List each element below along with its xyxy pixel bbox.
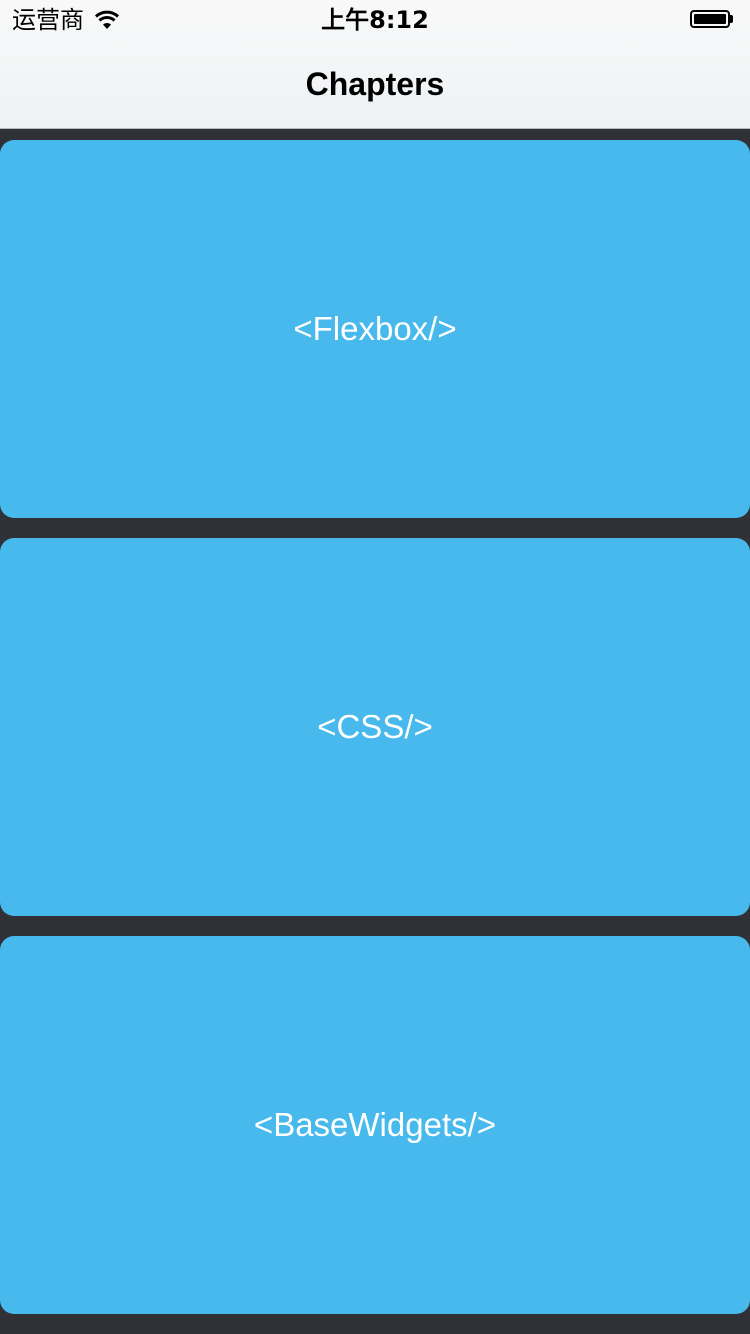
battery-icon [690,10,734,30]
status-time: 上午8:12 [321,6,429,34]
chapter-card-label: <Flexbox/> [293,310,457,347]
status-bar: 运营商 上午8:12 [0,0,750,40]
chapter-card-label: <CSS/> [317,708,433,745]
chapter-list: <Flexbox/> <CSS/> <BaseWidgets/> [0,140,750,1334]
page-title: Chapters [305,66,445,102]
navigation-header: 运营商 上午8:12 Chapters [0,0,750,129]
chapter-card-css[interactable]: <CSS/> [0,538,750,916]
chapter-card-flexbox[interactable]: <Flexbox/> [0,140,750,518]
chapter-card-label: <BaseWidgets/> [253,1106,497,1143]
chapter-card-basewidgets[interactable]: <BaseWidgets/> [0,936,750,1314]
